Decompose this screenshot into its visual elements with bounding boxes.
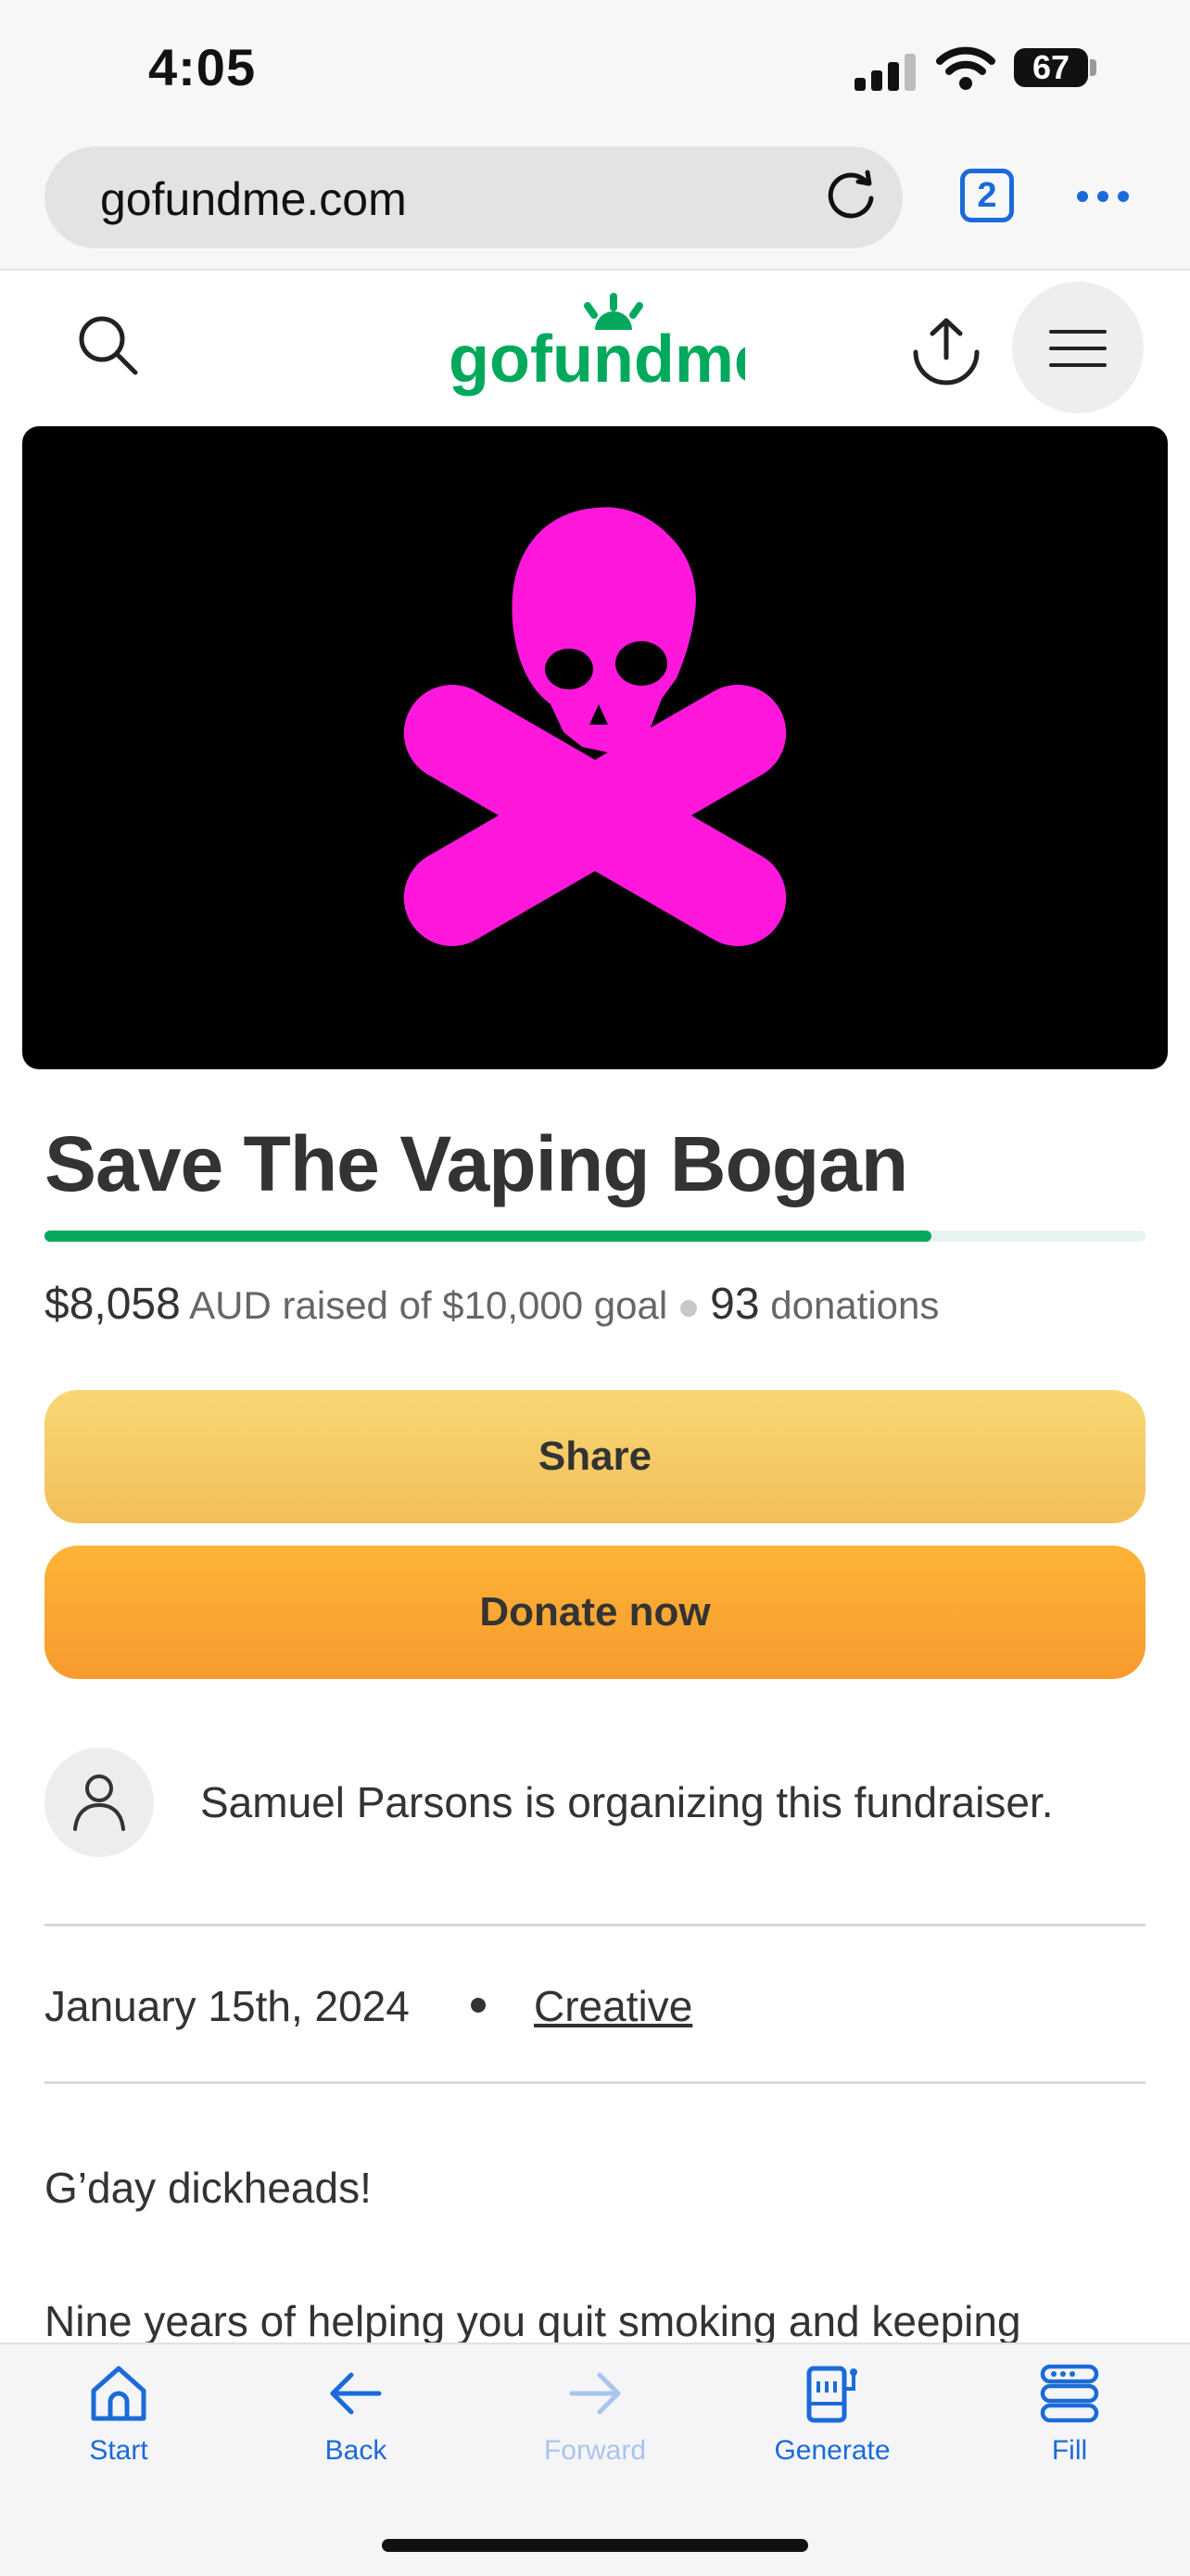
svg-text:gofundme: gofundme	[449, 322, 745, 397]
donate-now-button[interactable]: Donate now	[44, 1546, 1146, 1679]
donations-label: donations	[770, 1283, 940, 1327]
divider	[44, 1924, 1146, 1926]
toolbar-label: Start	[89, 2435, 148, 2466]
share-icon[interactable]	[908, 315, 984, 385]
progress-bar-fill	[44, 1231, 932, 1242]
person-icon	[73, 1774, 125, 1831]
campaign-title: Save The Vaping Bogan	[44, 1120, 908, 1207]
search-icon[interactable]	[74, 311, 143, 380]
fill-icon	[1040, 2364, 1099, 2423]
toolbar-forward-button[interactable]: Forward	[512, 2361, 678, 2481]
separator-bullet	[471, 1998, 486, 2013]
campaign-hero-image[interactable]	[22, 426, 1168, 1069]
campaign-date: January 15th, 2024	[44, 1982, 410, 2030]
progress-bar	[44, 1231, 1146, 1242]
toolbar-label: Forward	[543, 2435, 647, 2466]
separator-dot	[680, 1299, 698, 1317]
organizer-text: Samuel Parsons is organizing this fundra…	[200, 1778, 1054, 1826]
home-icon	[91, 2366, 146, 2421]
toolbar-back-button[interactable]: Back	[272, 2361, 439, 2481]
donations-count: 93	[710, 1280, 760, 1329]
battery-indicator: 67	[1014, 48, 1088, 87]
gofundme-logo[interactable]: gofundme	[449, 289, 745, 400]
tab-switcher-button[interactable]: 2	[960, 169, 1014, 222]
status-time: 4:05	[148, 38, 257, 96]
toolbar-label: Fill	[1051, 2435, 1088, 2466]
toolbar-start-button[interactable]: Start	[35, 2361, 202, 2481]
arrow-right-icon	[569, 2372, 621, 2415]
address-bar-url[interactable]: gofundme.com	[100, 172, 407, 226]
toolbar-fill-button[interactable]: Fill	[986, 2361, 1153, 2481]
raised-summary: $8,058 AUD raised of $10,000 goal 93 dona…	[44, 1279, 939, 1330]
share-button[interactable]: Share	[44, 1390, 1146, 1523]
hamburger-menu-icon[interactable]	[1047, 326, 1108, 371]
story-line: Nine years of helping you quit smoking a…	[44, 2297, 1021, 2345]
raised-text: AUD raised of $10,000 goal	[189, 1283, 668, 1327]
home-indicator	[382, 2539, 808, 2552]
battery-tip	[1090, 59, 1096, 76]
reload-icon[interactable]	[821, 165, 880, 224]
skull-crossbones-image	[403, 507, 787, 946]
category-link[interactable]: Creative	[534, 1981, 692, 2031]
toolbar-label: Generate	[774, 2435, 891, 2466]
more-options-icon[interactable]	[1075, 185, 1131, 208]
generate-icon	[806, 2366, 857, 2423]
cellular-signal-icon	[855, 54, 916, 91]
toolbar-label: Back	[324, 2435, 387, 2466]
story-line: G’day dickheads!	[44, 2164, 372, 2212]
raised-amount: $8,058	[44, 1280, 181, 1329]
divider	[44, 2081, 1146, 2084]
arrow-left-icon	[330, 2372, 382, 2415]
wifi-icon	[936, 46, 995, 90]
toolbar-generate-button[interactable]: Generate	[749, 2361, 916, 2481]
organizer-avatar	[44, 1748, 154, 1857]
